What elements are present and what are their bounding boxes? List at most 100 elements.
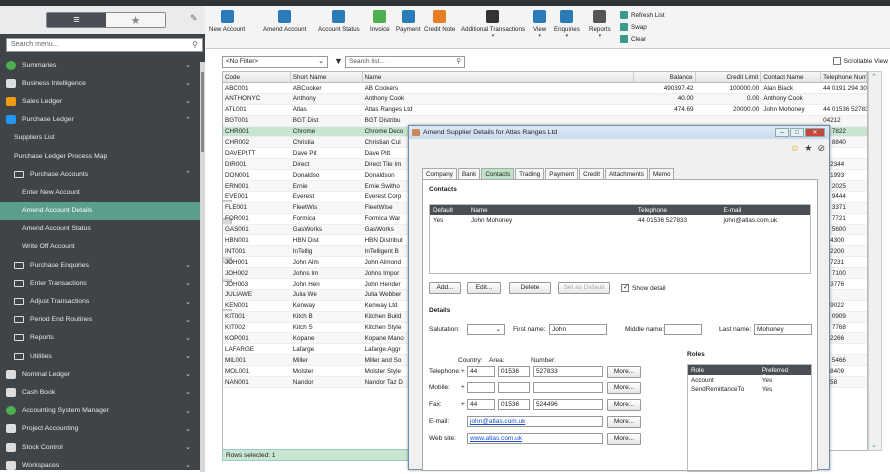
- minimize-button[interactable]: –: [775, 128, 789, 137]
- dialog-title-bar[interactable]: Amend Supplier Details for Atlas Ranges …: [409, 126, 829, 139]
- chevron-down-icon[interactable]: ⌄: [185, 97, 191, 105]
- chevron-down-icon[interactable]: ⌄: [185, 61, 191, 69]
- email-link[interactable]: john@atlas.com.uk: [470, 418, 525, 425]
- contacts-column-header[interactable]: Default: [430, 205, 468, 215]
- chevron-down-icon[interactable]: ⌄: [185, 388, 191, 396]
- filter-funnel-icon[interactable]: ▼: [334, 56, 343, 66]
- chevron-down-icon[interactable]: ⌄: [185, 261, 191, 269]
- chevron-down-icon[interactable]: ⌄: [185, 407, 191, 415]
- favourite-star-icon[interactable]: ★: [804, 143, 812, 154]
- email-more-button[interactable]: More...: [607, 416, 641, 428]
- contact-row[interactable]: Yes John Mohoney 44 01536 527833 john@atlas…: [430, 215, 810, 225]
- salutation-select[interactable]: ⌄: [467, 324, 505, 335]
- scrollable-view-checkbox[interactable]: [832, 57, 841, 65]
- search-menu-input[interactable]: Search menu... ⚲: [6, 38, 203, 52]
- chevron-down-icon[interactable]: ⌄: [185, 279, 191, 287]
- column-header-contact-name[interactable]: Contact Name: [761, 72, 822, 82]
- mobile-number-input[interactable]: [533, 382, 603, 393]
- column-header-code[interactable]: Code: [223, 72, 291, 82]
- chevron-up-icon[interactable]: ⌃: [185, 170, 191, 178]
- fax-country-input[interactable]: 44: [467, 399, 495, 410]
- column-header-balance[interactable]: Balance: [634, 72, 696, 82]
- sidebar-item-amend-account-details[interactable]: Amend Account Details: [0, 201, 232, 282]
- search-list-input[interactable]: Search list... ⚲: [345, 56, 465, 68]
- enquiries-button[interactable]: Enquiries ▾: [554, 10, 580, 39]
- fax-number-input[interactable]: 524496: [533, 399, 603, 410]
- sidebar-item-sales-ledger[interactable]: Sales Ledger ⌄: [0, 92, 205, 110]
- sidebar-item-project-accounting[interactable]: Project Accounting ⌄: [0, 420, 205, 438]
- telephone-country-input[interactable]: 44: [467, 366, 495, 377]
- close-button[interactable]: ✕: [805, 128, 825, 137]
- delete-contact-button[interactable]: Delete: [509, 282, 551, 294]
- sidebar-item-write-off-account[interactable]: Write Off Account: [0, 238, 232, 318]
- add-contact-button[interactable]: Add...: [429, 282, 461, 294]
- sidebar-item-workspaces[interactable]: Workspaces ⌄: [0, 456, 205, 474]
- maximize-button[interactable]: □: [790, 128, 804, 137]
- swap-button[interactable]: Swap: [620, 23, 647, 31]
- first-name-input[interactable]: John: [549, 324, 607, 335]
- amend-account-button[interactable]: Amend Account: [263, 10, 306, 33]
- mobile-area-input[interactable]: [498, 382, 530, 393]
- invoice-button[interactable]: Invoice: [370, 10, 390, 33]
- clear-button[interactable]: Clear: [620, 35, 646, 43]
- sidebar-item-suppliers-list[interactable]: Suppliers List: [0, 129, 232, 209]
- table-row[interactable]: ABC001 ABCooker AB Cookers 490397.42 100000.…: [223, 83, 867, 94]
- credit-note-button[interactable]: Credit Note: [424, 10, 455, 33]
- show-detail-checkbox[interactable]: ✓: [621, 284, 629, 292]
- middle-name-input[interactable]: [664, 324, 702, 335]
- chevron-down-icon[interactable]: ⌄: [185, 316, 191, 324]
- roles-column-header[interactable]: Preferred Contact: [759, 365, 811, 381]
- sidebar-item-period-end-routines[interactable]: Period End Routines ⌄: [0, 311, 205, 329]
- column-header-telephone-number[interactable]: Telephone Number: [821, 72, 867, 82]
- chevron-down-icon[interactable]: ⌄: [185, 370, 191, 378]
- favourites-star-icon[interactable]: ★: [106, 13, 165, 27]
- website-input[interactable]: www.atlas.com.uk: [467, 433, 603, 444]
- sidebar-item-purchase-ledger[interactable]: Purchase Ledger ⌃: [0, 111, 205, 129]
- email-input[interactable]: john@atlas.com.uk: [467, 416, 603, 427]
- help-icon[interactable]: ⊘: [817, 143, 825, 154]
- chevron-up-icon[interactable]: ⌃: [185, 116, 191, 124]
- contacts-column-header[interactable]: E-mail: [720, 205, 810, 215]
- chevron-down-icon[interactable]: ⌄: [185, 443, 191, 451]
- account-status-button[interactable]: Account Status: [318, 10, 360, 33]
- column-header-name[interactable]: Name: [363, 72, 634, 82]
- sidebar-item-purchase-ledger-process-map[interactable]: Purchase Ledger Process Map: [0, 147, 232, 227]
- column-header-short-name[interactable]: Short Name: [291, 72, 363, 82]
- table-row[interactable]: ANTHONYC Anthony Anthony Cook 40.00 0.00 Anth…: [223, 93, 867, 105]
- website-link[interactable]: www.atlas.com.uk: [470, 435, 522, 442]
- column-header-credit-limit[interactable]: Credit Limit: [696, 72, 762, 82]
- telephone-area-input[interactable]: 01536: [498, 366, 530, 377]
- fax-area-input[interactable]: 01536: [498, 399, 530, 410]
- mobile-country-input[interactable]: [467, 382, 495, 393]
- pin-icon[interactable]: ✎: [190, 13, 198, 24]
- hamburger-menu-icon[interactable]: ≡: [47, 13, 106, 27]
- chevron-down-icon[interactable]: ⌄: [185, 352, 191, 360]
- contacts-column-header[interactable]: Telephone: [635, 205, 721, 215]
- mobile-more-button[interactable]: More...: [607, 382, 641, 394]
- last-name-input[interactable]: Mohoney: [754, 324, 812, 335]
- show-detail-toggle[interactable]: ✓ Show detail: [621, 284, 666, 292]
- chevron-down-icon[interactable]: ⌄: [185, 79, 191, 87]
- edit-contact-button[interactable]: Edit...: [467, 282, 501, 294]
- sidebar-item-nominal-ledger[interactable]: Nominal Ledger ⌄: [0, 365, 205, 383]
- chevron-down-icon[interactable]: ⌄: [185, 298, 191, 306]
- refresh-list-button[interactable]: Refresh List: [620, 11, 665, 19]
- sidebar-scroll-thumb[interactable]: [201, 72, 204, 152]
- sidebar-item-adjust-transactions[interactable]: Adjust Transactions ⌄: [0, 292, 205, 310]
- sidebar-item-stock-control[interactable]: Stock Control ⌄: [0, 438, 205, 456]
- website-more-button[interactable]: More...: [607, 433, 641, 445]
- telephone-more-button[interactable]: More...: [607, 366, 641, 378]
- roles-column-header[interactable]: Role: [688, 365, 759, 375]
- role-row[interactable]: Account Yes: [688, 375, 811, 384]
- table-row[interactable]: ATL001 Atlas Atlas Ranges Ltd 474.69 20000.0…: [223, 105, 867, 116]
- telephone-number-input[interactable]: 527833: [533, 366, 603, 377]
- reports-button[interactable]: Reports ▾: [589, 10, 611, 39]
- role-row[interactable]: SendRemittanceTo Yes: [688, 384, 811, 393]
- sidebar-item-amend-account-status[interactable]: Amend Account Status: [0, 220, 232, 300]
- smiley-icon[interactable]: ☺: [790, 143, 799, 154]
- view-button[interactable]: View ▾: [533, 10, 546, 39]
- chevron-down-icon[interactable]: ⌄: [185, 334, 191, 342]
- contacts-column-header[interactable]: Name: [468, 205, 635, 215]
- additional-transactions-button[interactable]: Additional Transactions ▾: [461, 10, 525, 39]
- set-as-default-button[interactable]: Set as Default: [558, 282, 610, 294]
